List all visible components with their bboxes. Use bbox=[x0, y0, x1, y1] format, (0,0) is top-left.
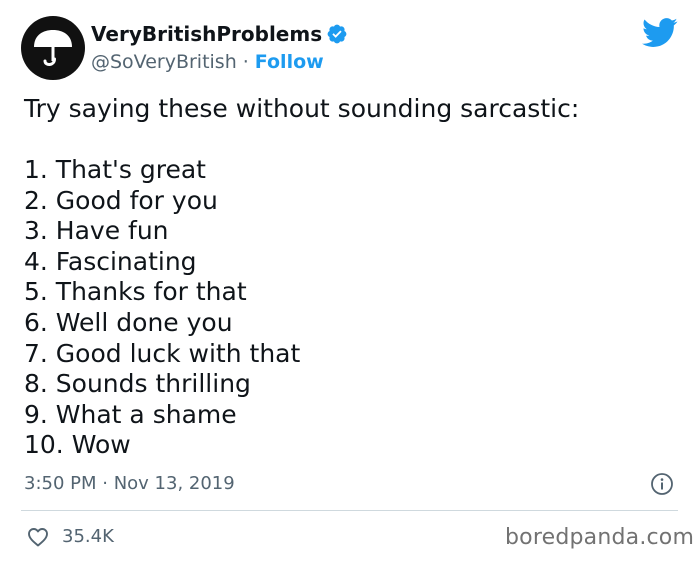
list-item: 8. Sounds thrilling bbox=[24, 369, 251, 399]
watermark: boredpanda.com bbox=[505, 525, 695, 550]
info-icon[interactable] bbox=[650, 472, 674, 496]
heart-icon bbox=[26, 525, 50, 549]
author-handle-row: @SoVeryBritish · Follow bbox=[91, 50, 324, 74]
list-item: 3. Have fun bbox=[24, 216, 169, 246]
umbrella-icon bbox=[34, 30, 72, 66]
follow-button[interactable]: Follow bbox=[255, 50, 324, 74]
author-handle[interactable]: @SoVeryBritish bbox=[91, 50, 237, 74]
list-item: 4. Fascinating bbox=[24, 246, 197, 276]
like-button[interactable]: 35.4K bbox=[26, 524, 114, 550]
twitter-bird-icon[interactable] bbox=[642, 18, 678, 48]
list-item: 2. Good for you bbox=[24, 185, 218, 215]
verified-badge-icon bbox=[326, 23, 348, 45]
like-count: 35.4K bbox=[62, 526, 114, 547]
list-item: 5. Thanks for that bbox=[24, 277, 247, 307]
list-item: 7. Good luck with that bbox=[24, 338, 301, 368]
tweet-list: 1. That's great 2. Good for you 3. Have … bbox=[24, 155, 300, 461]
tweet-timestamp[interactable]: 3:50 PM · Nov 13, 2019 bbox=[24, 472, 235, 496]
avatar[interactable] bbox=[21, 16, 85, 80]
list-item: 10. Wow bbox=[24, 430, 131, 460]
list-item: 1. That's great bbox=[24, 155, 206, 184]
tweet-intro-text: Try saying these without sounding sarcas… bbox=[24, 94, 580, 123]
list-item: 6. Well done you bbox=[24, 307, 233, 337]
divider bbox=[21, 510, 678, 511]
author-display-name[interactable]: VeryBritishProblems bbox=[91, 21, 322, 47]
tweet-card: VeryBritishProblems @SoVeryBritish · Fol… bbox=[0, 0, 700, 563]
separator-dot: · bbox=[242, 51, 249, 73]
author-name-row: VeryBritishProblems bbox=[91, 21, 348, 47]
list-item: 9. What a shame bbox=[24, 399, 237, 429]
